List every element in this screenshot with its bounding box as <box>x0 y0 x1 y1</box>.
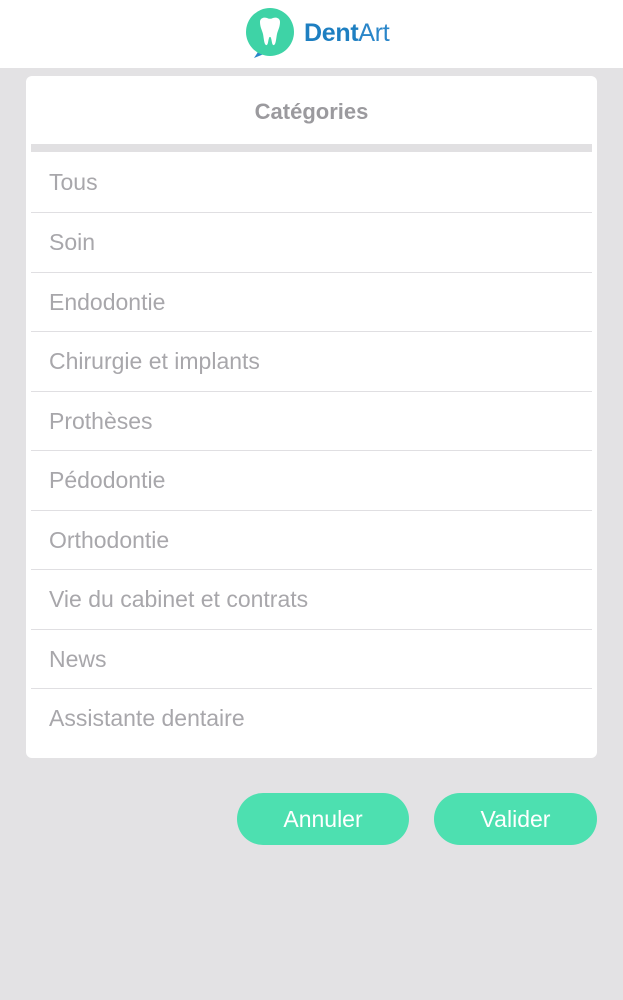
category-item-assistante-dentaire[interactable]: Assistante dentaire <box>31 689 592 749</box>
brand-name-part1: Dent <box>304 19 359 47</box>
validate-button[interactable]: Valider <box>434 793 597 845</box>
tooth-chat-bubble-icon <box>244 8 298 58</box>
category-item-vie-cabinet-contrats[interactable]: Vie du cabinet et contrats <box>31 570 592 630</box>
categories-dialog: Catégories Tous Soin Endodontie Chirurgi… <box>26 76 597 758</box>
dialog-title: Catégories <box>254 99 369 124</box>
category-item-chirurgie-implants[interactable]: Chirurgie et implants <box>31 332 592 392</box>
categories-list: Tous Soin Endodontie Chirurgie et implan… <box>31 152 592 749</box>
category-item-protheses[interactable]: Prothèses <box>31 392 592 451</box>
category-item-tous[interactable]: Tous <box>31 152 592 213</box>
brand-name-part2: Art <box>358 19 390 47</box>
category-item-endodontie[interactable]: Endodontie <box>31 273 592 332</box>
category-item-orthodontie[interactable]: Orthodontie <box>31 511 592 570</box>
app-header: DentArt <box>0 0 623 68</box>
category-item-news[interactable]: News <box>31 630 592 689</box>
app-logo: DentArt <box>244 8 390 58</box>
cancel-button[interactable]: Annuler <box>237 793 409 845</box>
title-divider <box>31 144 592 152</box>
category-item-soin[interactable]: Soin <box>31 213 592 273</box>
category-item-pedodontie[interactable]: Pédodontie <box>31 451 592 511</box>
brand-name: DentArt <box>304 8 390 58</box>
